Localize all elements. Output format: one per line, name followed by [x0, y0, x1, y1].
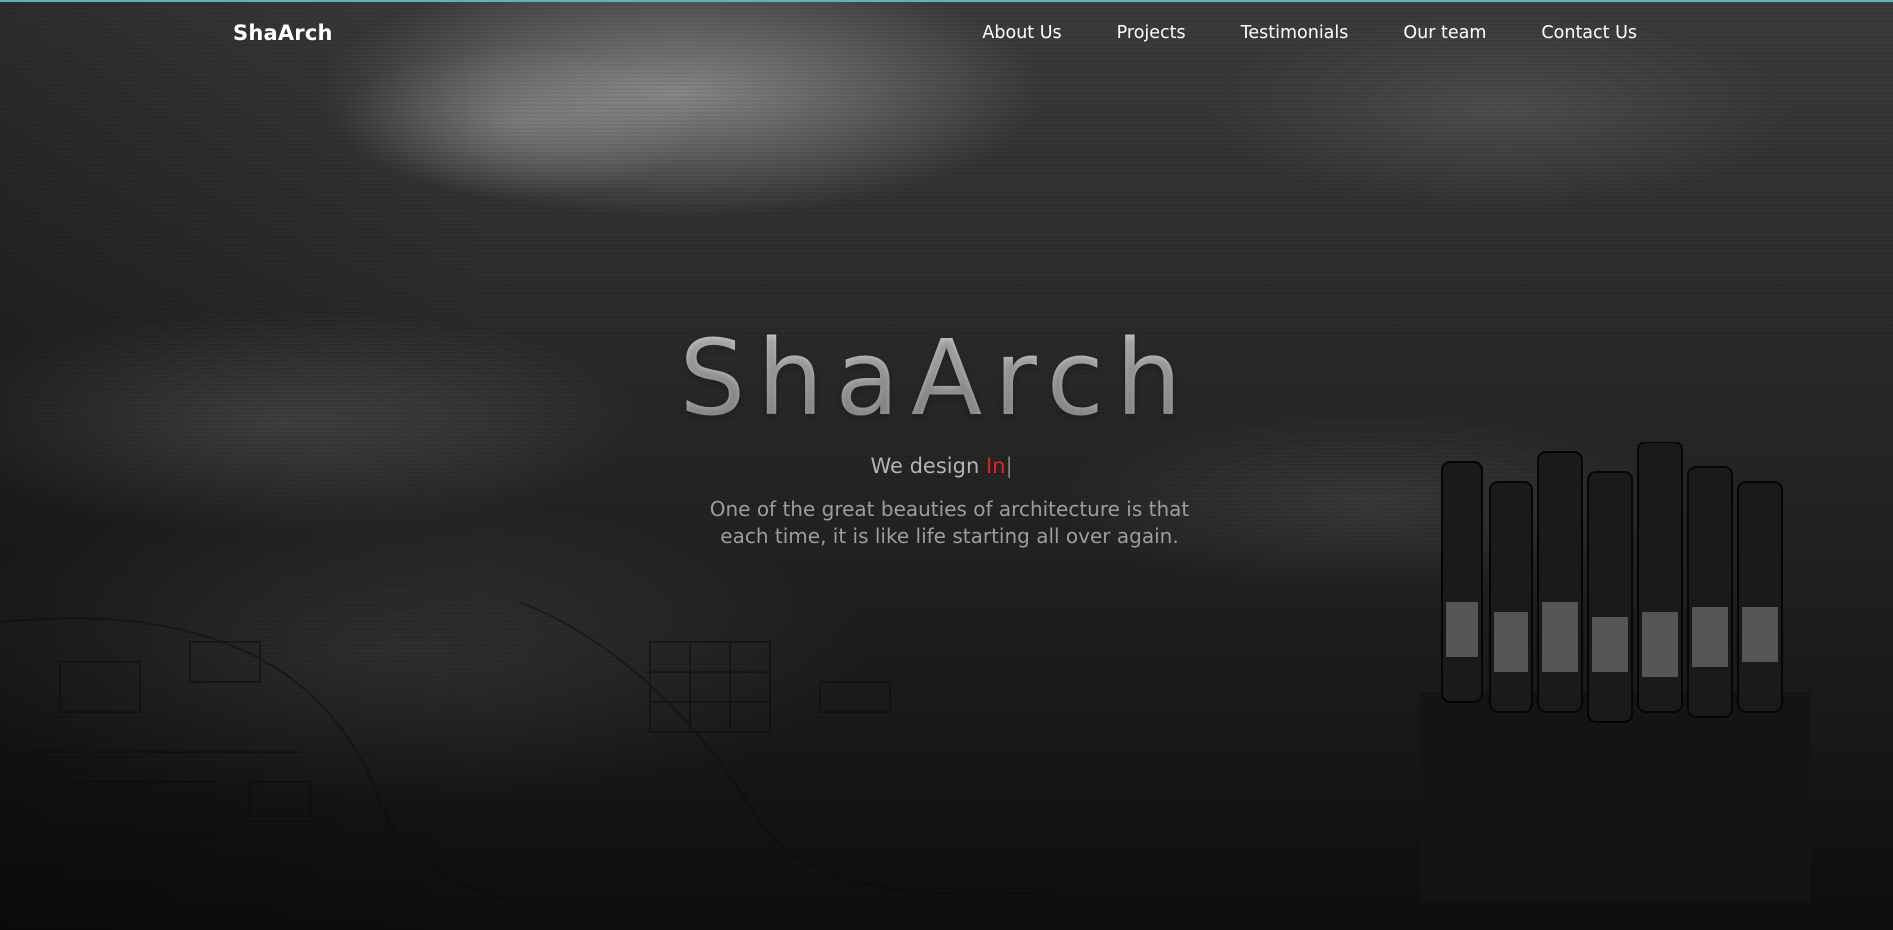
blueprint-drawing: [0, 602, 1051, 916]
nav-link-contact-us[interactable]: Contact Us: [1541, 23, 1637, 43]
nav-link-our-team[interactable]: Our team: [1403, 23, 1486, 43]
hero-section: ShaArch We design In| One of the great b…: [0, 318, 1893, 550]
brand-logo-link[interactable]: ShaArch: [233, 21, 333, 45]
typing-cursor: |: [1005, 454, 1013, 478]
nav-link-about-us[interactable]: About Us: [982, 23, 1061, 43]
hero-quote-line-1: One of the great beauties of architectur…: [709, 497, 1190, 521]
navbar: ShaArch About Us Projects Testimonials O…: [0, 2, 1893, 66]
hero-subtitle-prefix: We design: [870, 454, 980, 478]
hero-quote-line-2: each time, it is like life starting all …: [720, 524, 1179, 548]
hero-title: ShaArch: [0, 318, 1883, 438]
hero-quote: One of the great beauties of architectur…: [670, 496, 1230, 550]
nav-links: About Us Projects Testimonials Our team …: [927, 23, 1637, 43]
hero-typed-text: In: [985, 454, 1006, 478]
page: ShaArch About Us Projects Testimonials O…: [0, 0, 1893, 930]
hero-subtitle: We design In|: [0, 454, 1888, 478]
nav-link-testimonials[interactable]: Testimonials: [1241, 23, 1349, 43]
nav-link-projects[interactable]: Projects: [1117, 23, 1186, 43]
